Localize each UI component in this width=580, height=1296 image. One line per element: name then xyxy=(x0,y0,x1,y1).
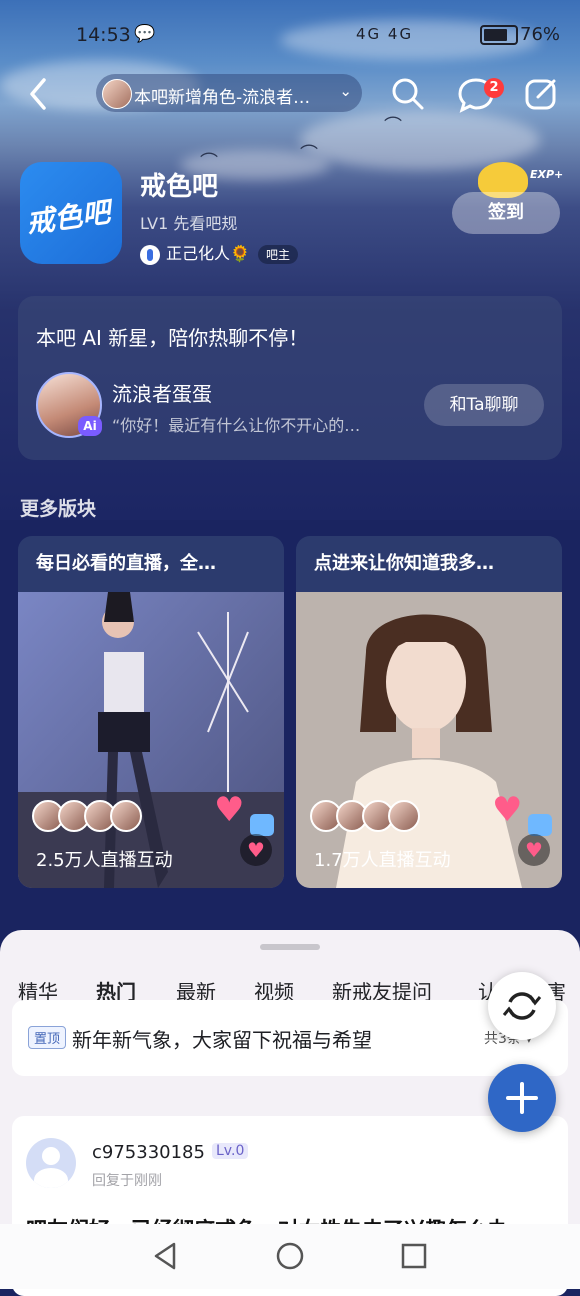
forum-logo[interactable]: 戒色吧 xyxy=(20,162,122,264)
ai-character-card[interactable]: 本吧 AI 新星，陪你热聊不停！ Ai 流浪者蛋蛋 “你好！最近有什么让你不开心… xyxy=(18,296,562,460)
ai-badge: Ai xyxy=(78,416,102,436)
system-navigation-bar xyxy=(0,1224,580,1289)
forum-owner[interactable]: 正己化人🌻 吧主 xyxy=(140,240,298,265)
nav-title: 本吧新增角色-流浪者… xyxy=(134,88,311,108)
more-boards-title: 更多版块 xyxy=(20,498,97,520)
search-button[interactable] xyxy=(388,74,428,114)
pinned-tag: 置顶 xyxy=(28,1026,67,1049)
forum-title-dropdown[interactable]: 本吧新增角色-流浪者… ⌄ xyxy=(96,74,362,112)
new-post-button[interactable] xyxy=(488,1064,556,1132)
board-card[interactable]: 点进来让你知道我多… ♥ 1.7万人直播互动 ♥ xyxy=(296,536,562,888)
battery-icon xyxy=(480,25,518,45)
viewer-avatars xyxy=(32,800,142,832)
forum-level[interactable]: LV1 先看吧规 xyxy=(140,210,237,234)
sign-in-button[interactable]: 签到 xyxy=(452,192,560,234)
gift-icon xyxy=(528,814,552,836)
owner-avatar xyxy=(140,244,160,265)
ai-card-title: 本吧 AI 新星，陪你热聊不停！ xyxy=(36,326,309,350)
search-icon xyxy=(392,78,424,110)
edit-icon xyxy=(525,79,556,110)
user-avatar[interactable] xyxy=(26,1138,76,1188)
status-bar: 14:53 💬 4G 4G 76% xyxy=(0,22,580,52)
heart-icon: ♥ xyxy=(492,790,523,830)
pinned-title: 新年新气象，大家留下祝福与希望 xyxy=(72,1028,372,1052)
gift-icon xyxy=(250,814,274,836)
plus-icon xyxy=(506,1082,538,1114)
exp-label: EXP+ xyxy=(530,168,564,181)
message-notification-icon: 💬 xyxy=(134,24,156,44)
refresh-button[interactable] xyxy=(488,972,556,1040)
like-button[interactable]: ♥ xyxy=(240,834,272,866)
compose-button[interactable] xyxy=(522,74,562,114)
chat-with-ai-button[interactable]: 和Ta聊聊 xyxy=(424,384,544,426)
forum-logo-text: 戒色吧 xyxy=(24,195,113,240)
pinned-post[interactable]: 置顶 新年新气象，大家留下祝福与希望 共3条 ▾ xyxy=(12,1000,568,1076)
live-count: 2.5万人直播互动 xyxy=(36,850,173,871)
post-meta: 回复于刚刚 xyxy=(92,1173,162,1189)
owner-name: 正己化人🌻 xyxy=(166,244,250,263)
forum-name: 戒色吧 xyxy=(140,172,219,202)
home-circle-icon[interactable] xyxy=(274,1240,306,1272)
user-level-badge: Lv.0 xyxy=(212,1143,249,1159)
status-time: 14:53 xyxy=(76,24,131,46)
sheet-handle[interactable] xyxy=(260,944,320,950)
network-signal-icon: 4G 4G xyxy=(356,25,414,43)
owner-tag: 吧主 xyxy=(257,245,298,264)
board-title: 每日必看的直播，全… xyxy=(36,553,216,574)
live-count: 1.7万人直播互动 xyxy=(314,850,451,871)
ai-character-message: “你好！最近有什么让你不开心的… xyxy=(112,416,361,435)
refresh-icon xyxy=(502,992,542,1020)
notification-badge: 2 xyxy=(484,78,504,98)
back-button[interactable] xyxy=(22,72,58,116)
heart-icon: ♥ xyxy=(214,790,245,830)
board-title: 点进来让你知道我多… xyxy=(314,553,494,574)
post-username[interactable]: c975330185 xyxy=(92,1142,205,1163)
viewer-avatars xyxy=(310,800,420,832)
like-button[interactable]: ♥ xyxy=(518,834,550,866)
chevron-left-icon xyxy=(30,78,46,110)
recent-apps-square-icon[interactable] xyxy=(398,1240,430,1272)
back-triangle-icon[interactable] xyxy=(150,1240,182,1272)
board-card[interactable]: 每日必看的直播，全… ♥ 2.5万人直播互动 ♥ xyxy=(18,536,284,888)
role-avatar xyxy=(102,79,132,109)
ai-character-name: 流浪者蛋蛋 xyxy=(112,382,212,406)
battery-percentage: 76% xyxy=(520,24,561,45)
chevron-down-icon: ⌄ xyxy=(339,82,352,100)
